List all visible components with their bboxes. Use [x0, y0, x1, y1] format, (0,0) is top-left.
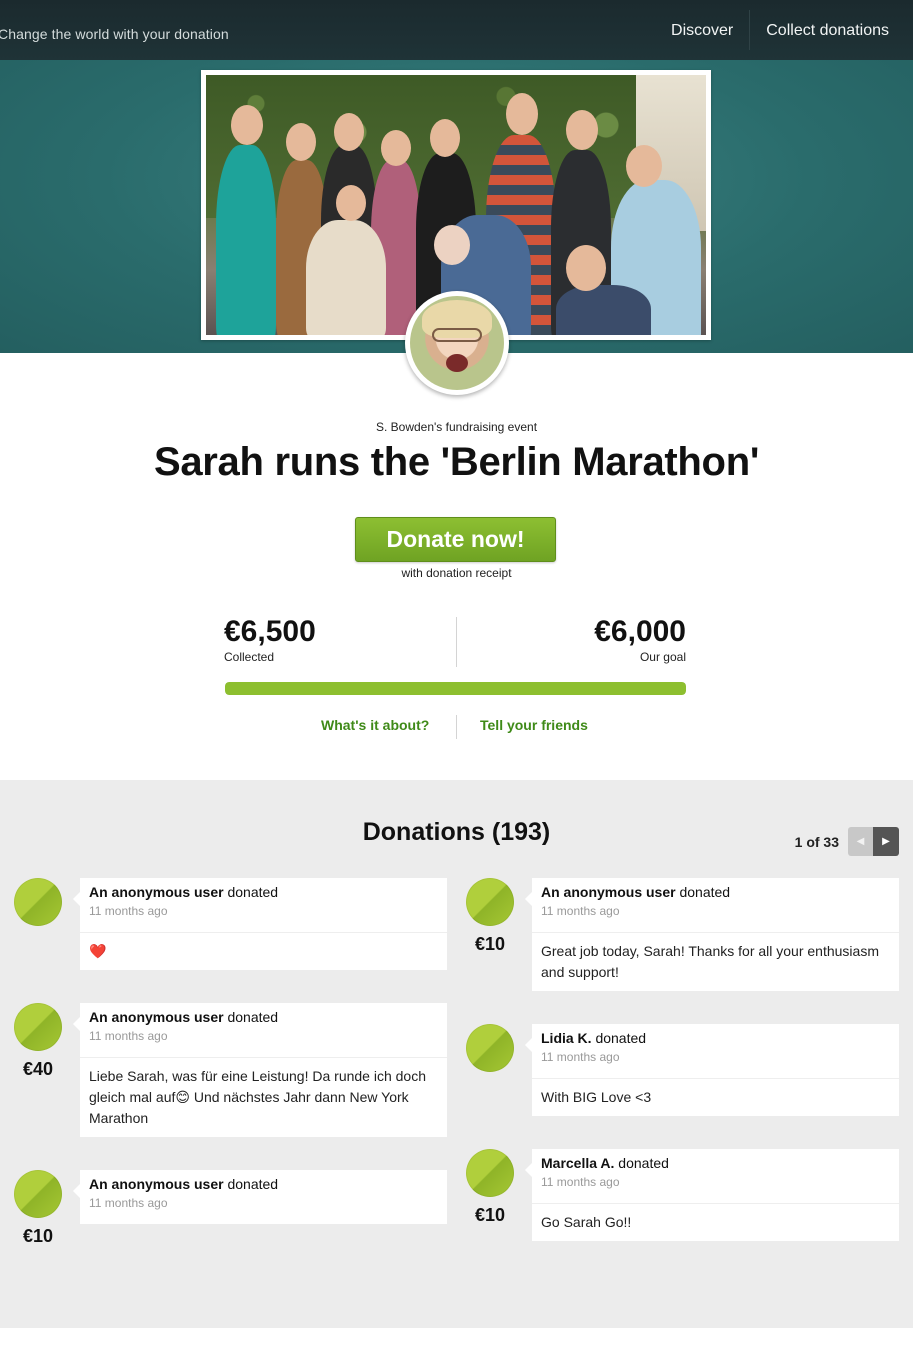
nav-collect-donations-link[interactable]: Collect donations — [750, 0, 905, 60]
goal-label: Our goal — [639, 650, 686, 664]
donor-name: An anonymous user — [89, 884, 224, 900]
funding-progress-bar — [225, 682, 686, 695]
donation-card: Marcella A. donated 11 months ago Go Sar… — [525, 1149, 899, 1241]
donation-card: An anonymous user donated 11 months ago … — [525, 878, 899, 991]
tell-your-friends-link[interactable]: Tell your friends — [480, 717, 588, 733]
donor-avatar — [466, 1024, 514, 1072]
collected-stat: €6,500 Collected — [224, 614, 316, 664]
donor-avatar — [14, 1170, 62, 1218]
donation-card: An anonymous user donated 11 months ago — [73, 1170, 447, 1224]
donation-verb: donated — [227, 1176, 279, 1192]
pager-next-button[interactable]: ▶ — [873, 827, 899, 856]
donation-card: Lidia K. donated 11 months ago With BIG … — [525, 1024, 899, 1116]
nav-discover-link[interactable]: Discover — [655, 0, 749, 60]
donation-message: Liebe Sarah, was für eine Leistung! Da r… — [80, 1057, 447, 1137]
donation-time: 11 months ago — [541, 1175, 620, 1189]
stat-divider — [456, 617, 457, 667]
donation-verb: donated — [227, 1009, 279, 1025]
heart-icon: ❤️ — [89, 943, 107, 959]
donation-card: An anonymous user donated 11 months ago … — [73, 1003, 447, 1137]
donation-receipt-note: with donation receipt — [401, 566, 512, 580]
donor-avatar — [14, 1003, 62, 1051]
donor-name: An anonymous user — [89, 1009, 224, 1025]
donor-avatar — [14, 878, 62, 926]
donation-verb: donated — [227, 884, 279, 900]
pager-count: 1 of 33 — [794, 834, 839, 850]
donation-time: 11 months ago — [89, 1196, 168, 1210]
donation-time: 11 months ago — [541, 1050, 620, 1064]
goal-amount: €6,000 — [594, 615, 686, 648]
donor-avatar — [466, 878, 514, 926]
donation-verb: donated — [679, 884, 731, 900]
links-divider — [456, 715, 457, 739]
donation-message: ❤️ — [80, 932, 447, 970]
donation-card: An anonymous user donated 11 months ago … — [73, 878, 447, 970]
donor-avatar — [466, 1149, 514, 1197]
donation-message: Great job today, Sarah! Thanks for all y… — [532, 932, 899, 991]
site-tagline: Change the world with your donation — [0, 26, 229, 42]
pager-prev-button[interactable]: ◀ — [848, 827, 873, 856]
donation-time: 11 months ago — [541, 904, 620, 918]
donation-amount: €40 — [22, 1059, 54, 1079]
donor-name: Lidia K. — [541, 1030, 592, 1046]
donation-verb: donated — [595, 1030, 647, 1046]
donations-heading: Donations (193) — [362, 818, 551, 846]
organizer-line: S. Bowden's fundraising event — [375, 420, 538, 434]
collected-label: Collected — [224, 650, 275, 664]
donor-name: An anonymous user — [541, 884, 676, 900]
donor-name: An anonymous user — [89, 1176, 224, 1192]
donation-amount: €10 — [474, 1205, 506, 1225]
top-navigation-bar: Change the world with your donation Disc… — [0, 0, 913, 60]
funding-progress-fill — [225, 682, 686, 695]
donate-now-button[interactable]: Donate now! — [355, 517, 556, 562]
donation-message: Go Sarah Go!! — [532, 1203, 899, 1241]
donations-section: Donations (193) 1 of 33 ◀ ▶ An anonymous… — [0, 780, 913, 1328]
collected-amount: €6,500 — [224, 615, 316, 648]
main-nav: Discover Collect donations — [655, 0, 905, 60]
donation-message: With BIG Love <3 — [532, 1078, 899, 1116]
donation-amount: €10 — [474, 934, 506, 954]
donation-time: 11 months ago — [89, 1029, 168, 1043]
whats-it-about-link[interactable]: What's it about? — [321, 717, 429, 733]
goal-stat: €6,000 Our goal — [594, 614, 686, 664]
organizer-avatar[interactable] — [405, 291, 509, 395]
donation-verb: donated — [618, 1155, 669, 1171]
donor-name: Marcella A. — [541, 1155, 615, 1171]
donation-time: 11 months ago — [89, 904, 168, 918]
donation-amount: €10 — [22, 1226, 54, 1246]
event-title: Sarah runs the 'Berlin Marathon' — [153, 440, 760, 484]
pager-controls: ◀ ▶ — [848, 827, 899, 856]
